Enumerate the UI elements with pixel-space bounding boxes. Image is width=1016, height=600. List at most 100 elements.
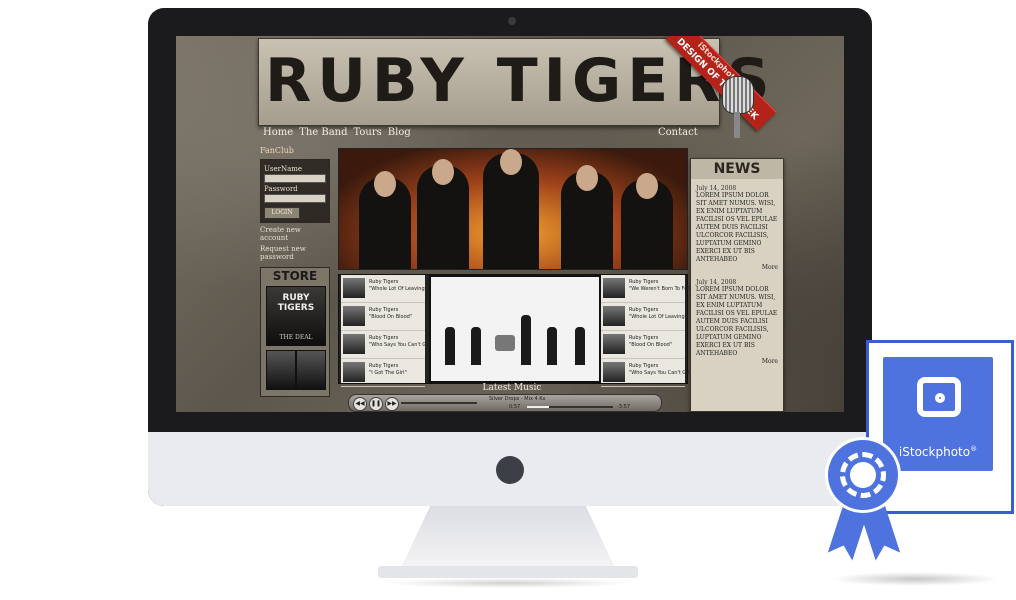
- now-playing-track: Silver Drops - Mix 4 Kx: [489, 396, 546, 402]
- badge-logo-tile: iStockphoto®: [883, 357, 993, 471]
- track-artist: Ruby Tigers: [629, 335, 659, 341]
- seek-bar[interactable]: [527, 406, 613, 408]
- site-banner: RUBY TIGERS: [258, 38, 776, 126]
- fanclub-heading[interactable]: FanClub: [260, 146, 330, 155]
- track-title: "Whole Lot Of Leaving": [629, 314, 687, 320]
- pause-icon[interactable]: ❚❚: [369, 397, 383, 411]
- username-input[interactable]: [264, 174, 326, 183]
- track-thumbnail: [343, 278, 365, 298]
- track-artist: Ruby Tigers: [629, 363, 659, 369]
- website-screen: RUBY TIGERS iStockphoto.com DESIGN OF TH…: [176, 36, 844, 412]
- news-more-link[interactable]: More: [696, 358, 778, 365]
- playlist-track[interactable]: Ruby Tigers "Blood On Blood": [341, 303, 425, 331]
- microphone-icon: [714, 76, 758, 138]
- video-band-member: [521, 315, 531, 365]
- band-hero-image: [338, 148, 688, 270]
- password-input[interactable]: [264, 194, 326, 203]
- track-thumbnail: [343, 362, 365, 382]
- camera-lens-icon: [935, 393, 945, 403]
- volume-slider[interactable]: [401, 402, 477, 404]
- music-player: ◀◀ ❚❚ ▶▶ Silver Drops - Mix 4 Kx 0:57 -3…: [348, 394, 662, 412]
- track-thumbnail: [343, 334, 365, 354]
- media-section: Ruby Tigers "Whole Lot Of Leaving" Ruby …: [338, 274, 708, 387]
- track-artist: Ruby Tigers: [629, 279, 659, 285]
- track-artist: Ruby Tigers: [369, 307, 399, 313]
- news-body: Lorem ipsum dolor sit amet numus. Wisi, …: [696, 192, 778, 263]
- track-artist: Ruby Tigers: [369, 363, 399, 369]
- monitor-home-button[interactable]: [496, 456, 524, 484]
- track-artist: Ruby Tigers: [369, 279, 399, 285]
- playlist-right: Ruby Tigers "We Weren't Born To Follow" …: [601, 275, 708, 387]
- album-title: THE DEAL: [279, 334, 313, 341]
- track-title: "Whole Lot Of Leaving": [369, 286, 427, 292]
- album-band: RUBY TIGERS: [277, 293, 315, 313]
- store-panel: STORE RUBY TIGERS THE DEAL: [260, 267, 330, 397]
- news-item: July 14, 2008 Lorem ipsum dolor sit amet…: [691, 179, 783, 273]
- badge-shadow: [830, 572, 1000, 586]
- news-panel: NEWS July 14, 2008 Lorem ipsum dolor sit…: [690, 158, 784, 412]
- nav-home[interactable]: Home: [260, 126, 296, 140]
- nav-blog[interactable]: Blog: [385, 126, 414, 140]
- news-date: July 14, 2008: [696, 185, 737, 192]
- news-date: July 14, 2008: [696, 279, 737, 286]
- album-thumb[interactable]: [266, 350, 296, 390]
- track-thumbnail: [603, 334, 625, 354]
- monitor-shadow: [384, 578, 632, 588]
- rosette-icon: [828, 440, 898, 510]
- playlist-track[interactable]: Ruby Tigers "Whole Lot Of Leaving": [601, 303, 687, 331]
- badge-brand: iStockphoto®: [898, 445, 978, 459]
- band-member-head: [374, 171, 396, 197]
- album-cover[interactable]: RUBY TIGERS THE DEAL: [266, 286, 326, 346]
- nav-contact[interactable]: Contact: [658, 126, 698, 140]
- playlist-track[interactable]: Ruby Tigers "Blood On Blood": [601, 331, 685, 359]
- username-label: UserName: [264, 165, 303, 173]
- band-member-head: [576, 165, 598, 191]
- playlist-track[interactable]: Ruby Tigers "Who Says You Can't Go Home": [341, 331, 448, 359]
- site-title: RUBY TIGERS: [265, 46, 776, 116]
- track-artist: Ruby Tigers: [369, 335, 399, 341]
- track-thumbnail: [603, 278, 625, 298]
- track-artist: Ruby Tigers: [629, 307, 659, 313]
- video-player[interactable]: [429, 275, 601, 383]
- seek-progress: [527, 406, 549, 408]
- track-title: "I Got The Girl": [369, 370, 407, 376]
- login-form: UserName Password LOGIN: [260, 159, 330, 223]
- monitor-stand: [400, 506, 616, 570]
- login-button[interactable]: LOGIN: [264, 207, 300, 219]
- store-title: STORE: [272, 269, 318, 283]
- news-more-link[interactable]: More: [696, 264, 778, 271]
- track-title: "Blood On Blood": [369, 314, 413, 320]
- video-band-member: [547, 327, 557, 365]
- band-member-head: [500, 149, 522, 175]
- video-band-member: [575, 327, 585, 365]
- track-title: "We Weren't Born To Follow": [629, 286, 700, 292]
- news-body: Lorem ipsum dolor sit amet numus. Wisi, …: [696, 286, 778, 357]
- time-remaining: -3:57: [617, 404, 631, 410]
- album-thumb[interactable]: [296, 350, 326, 390]
- rewind-icon[interactable]: ◀◀: [353, 397, 367, 411]
- news-item: July 14, 2008 Lorem ipsum dolor sit amet…: [691, 273, 783, 367]
- create-account-link[interactable]: Create new account: [260, 226, 330, 242]
- track-title: "Blood On Blood": [629, 342, 673, 348]
- band-member-head: [636, 173, 658, 199]
- playlist-left: Ruby Tigers "Whole Lot Of Leaving" Ruby …: [341, 275, 448, 387]
- track-thumbnail: [603, 306, 625, 326]
- nav-tours[interactable]: Tours: [351, 126, 385, 140]
- forward-icon[interactable]: ▶▶: [385, 397, 399, 411]
- request-password-link[interactable]: Request new password: [260, 245, 330, 261]
- playlist-track[interactable]: Ruby Tigers "We Weren't Born To Follow": [601, 275, 700, 303]
- news-title: NEWS: [691, 159, 783, 179]
- track-thumbnail: [343, 306, 365, 326]
- monitor-stand-base: [378, 566, 638, 578]
- time-elapsed: 0:57: [509, 404, 521, 410]
- nav-the-band[interactable]: The Band: [296, 126, 350, 140]
- left-column: FanClub UserName Password LOGIN Create n…: [260, 146, 330, 410]
- camera-dot: [508, 17, 516, 25]
- latest-music-label: Latest Music: [482, 383, 542, 393]
- video-band-member: [471, 327, 481, 365]
- track-thumbnail: [603, 362, 625, 382]
- band-member-head: [432, 159, 454, 185]
- password-label: Password: [264, 185, 298, 193]
- playlist-track[interactable]: Ruby Tigers "Whole Lot Of Leaving": [341, 275, 427, 303]
- video-drumkit: [495, 335, 515, 351]
